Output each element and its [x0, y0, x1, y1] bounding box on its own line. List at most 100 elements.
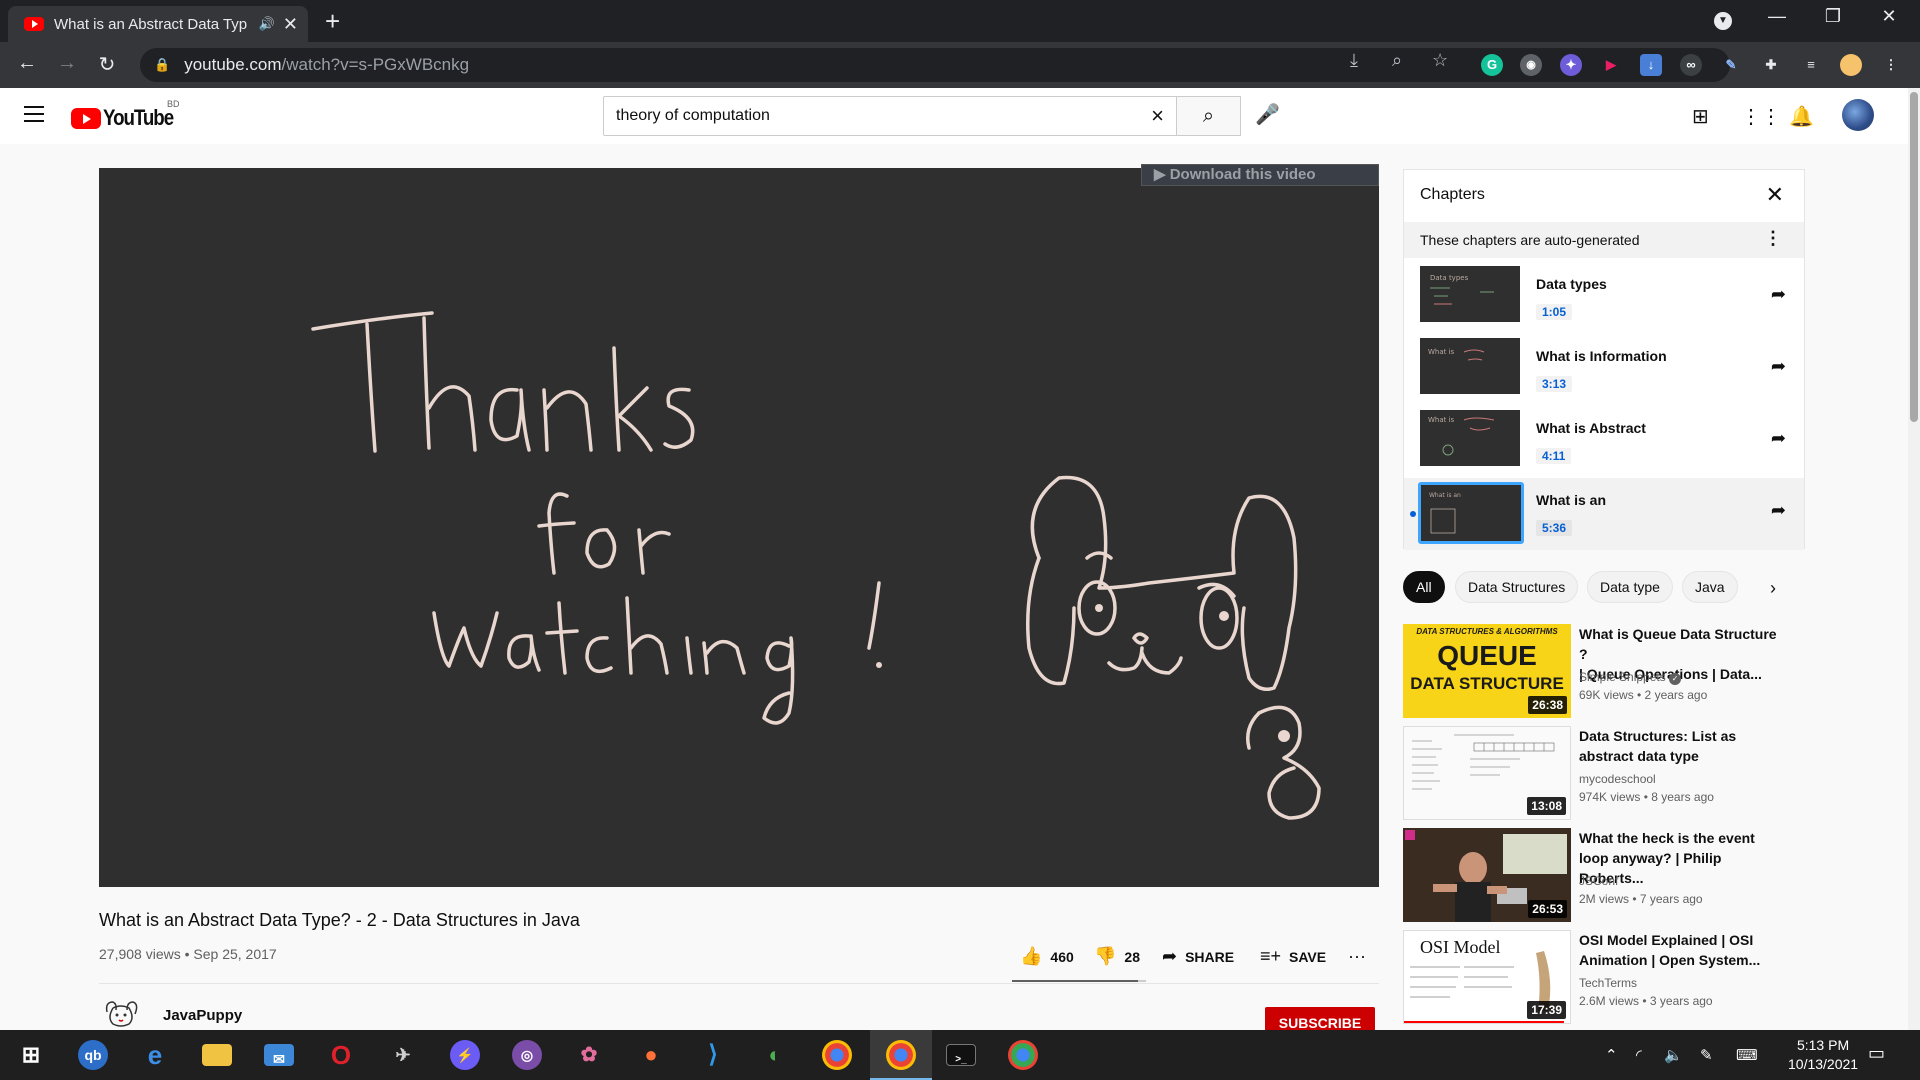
channel-avatar[interactable] [101, 998, 141, 1028]
dislike-button[interactable]: 👎 28 [1094, 946, 1140, 967]
windows-start-icon[interactable]: ⊞ [16, 1040, 46, 1070]
back-arrow-icon[interactable]: ← [12, 52, 42, 75]
satellite-app-icon[interactable]: ✈ [388, 1040, 418, 1070]
volume-icon[interactable]: 🔈 [1664, 1046, 1683, 1064]
pen-workspace-icon[interactable]: ✎ [1700, 1046, 1713, 1064]
reload-icon[interactable]: ↻ [92, 52, 122, 77]
chapter-item[interactable]: What is What is Abstract 4:11 ➦ [1404, 406, 1804, 478]
chapter-timestamp[interactable]: 4:11 [1536, 448, 1572, 464]
reading-list-icon[interactable]: ≡ [1800, 54, 1822, 76]
download-extension-icon[interactable]: ↓ [1640, 54, 1662, 76]
extensions-puzzle-icon[interactable]: ✚ [1760, 54, 1782, 76]
extension-icon[interactable]: ✦ [1560, 54, 1582, 76]
firefox-icon[interactable]: ● [636, 1040, 666, 1070]
video-channel: Simple Snippets ✓ [1579, 670, 1682, 685]
chrome-icon[interactable] [822, 1040, 852, 1070]
download-video-banner[interactable]: ▶ Download this video [1141, 164, 1379, 186]
pen-extension-icon[interactable]: ✎ [1720, 54, 1742, 76]
chips-next-arrow-icon[interactable]: › [1770, 578, 1776, 599]
install-app-icon[interactable]: ⤓ [1350, 50, 1358, 71]
browser-tab[interactable]: What is an Abstract Data Typ 🔊 ✕ [8, 6, 308, 42]
chapter-timestamp[interactable]: 3:13 [1536, 376, 1573, 392]
close-chapters-icon[interactable]: ✕ [1766, 182, 1784, 208]
messenger-icon[interactable]: ⚡ [450, 1040, 480, 1070]
chapter-timestamp[interactable]: 1:05 [1536, 304, 1573, 320]
apps-grid-icon[interactable]: ⋮⋮ [1741, 104, 1781, 129]
account-avatar[interactable] [1842, 99, 1874, 131]
edge-browser-icon[interactable]: e [140, 1040, 170, 1070]
mail-icon[interactable]: ✉ [264, 1044, 294, 1067]
chapter-item[interactable]: Data types Data types 1:05 ➦ [1404, 262, 1804, 334]
chapter-timestamp[interactable]: 5:36 [1536, 520, 1573, 536]
chrome-icon-active[interactable] [886, 1040, 916, 1070]
hamburger-menu-icon[interactable] [24, 106, 44, 127]
wifi-icon[interactable]: ◜ [1636, 1046, 1642, 1064]
tab-search-icon[interactable]: ▼ [1700, 10, 1746, 30]
minimize-button[interactable]: — [1754, 6, 1800, 27]
profile-avatar[interactable] [1840, 54, 1862, 76]
search-button[interactable]: ⌕ [1177, 96, 1241, 136]
close-window-button[interactable]: ✕ [1866, 6, 1912, 27]
svg-text:Data types: Data types [1430, 274, 1469, 282]
voice-search-icon[interactable]: 🎤 [1255, 102, 1280, 127]
vscode-icon[interactable]: ⟩ [698, 1040, 728, 1070]
paint-app-icon[interactable]: ✿ [574, 1040, 604, 1070]
show-hidden-icons-chevron-icon[interactable]: ⌃ [1605, 1046, 1618, 1064]
save-button[interactable]: ≡+ SAVE [1260, 946, 1326, 967]
bookmark-star-icon[interactable]: ☆ [1432, 50, 1448, 71]
notifications-bell-icon[interactable]: 🔔 [1789, 104, 1814, 129]
channel-name[interactable]: JavaPuppy [163, 1007, 242, 1024]
zoom-icon[interactable]: ⌕ [1392, 50, 1402, 71]
share-chapter-icon[interactable]: ➦ [1771, 428, 1786, 449]
lock-icon[interactable]: 🔒 [154, 57, 170, 73]
chip-all[interactable]: All [1403, 571, 1445, 603]
subscribe-button[interactable]: SUBSCRIBE [1265, 1007, 1375, 1031]
share-chapter-icon[interactable]: ➦ [1771, 356, 1786, 377]
browser-menu-icon[interactable]: ⋮ [1880, 54, 1902, 76]
restore-button[interactable]: ❐ [1810, 6, 1856, 27]
chapter-item-current[interactable]: What is an What is an 5:36 ➦ [1404, 478, 1804, 550]
link-extension-icon[interactable]: ∞ [1680, 54, 1702, 76]
search-input[interactable]: theory of computation × [603, 96, 1177, 136]
chip-data-structures[interactable]: Data Structures [1455, 571, 1579, 603]
country-code: BD [167, 99, 180, 109]
create-video-icon[interactable]: ⊞ [1692, 104, 1709, 129]
chapters-menu-icon[interactable]: ⋮ [1764, 228, 1782, 249]
touch-keyboard-icon[interactable]: ⌨ [1736, 1046, 1758, 1064]
terminal-icon[interactable]: >_ [946, 1044, 976, 1066]
chapter-thumbnail: What is [1420, 338, 1520, 394]
grammarly-extension-icon[interactable]: G [1481, 54, 1503, 76]
audio-playing-icon[interactable]: 🔊 [259, 16, 275, 32]
file-explorer-icon[interactable] [202, 1044, 232, 1066]
taskbar-clock[interactable]: 5:13 PM 10/13/2021 [1788, 1036, 1858, 1074]
opera-icon[interactable]: O [326, 1040, 356, 1070]
share-button[interactable]: ➦ SHARE [1162, 946, 1234, 967]
video-player[interactable] [99, 168, 1379, 887]
clear-search-icon[interactable]: × [1151, 103, 1164, 129]
related-video[interactable]: OSI Model 17:39 OSI Model Explained | OS… [1403, 930, 1805, 1024]
related-video[interactable]: 13:08 Data Structures: List as abstract d… [1403, 726, 1805, 820]
chip-java[interactable]: Java [1682, 571, 1738, 603]
tab-close-icon[interactable]: ✕ [283, 14, 298, 35]
related-video[interactable]: 26:53 What the heck is the event loop any… [1403, 828, 1805, 922]
new-tab-button[interactable]: + [325, 6, 340, 36]
chrome-profile-icon[interactable] [1008, 1040, 1038, 1070]
video-title: OSI Model Explained | OSI Animation | Ope… [1579, 932, 1761, 968]
forward-arrow-icon[interactable]: → [52, 52, 82, 75]
youtube-logo[interactable]: YouTube BD [71, 99, 185, 131]
share-chapter-icon[interactable]: ➦ [1771, 500, 1786, 521]
like-button[interactable]: 👍 460 [1020, 946, 1074, 967]
qbittorrent-icon[interactable]: qb [78, 1040, 108, 1070]
notification-center-icon[interactable]: ▭ [1868, 1043, 1885, 1064]
more-actions-button[interactable]: ··· [1348, 946, 1374, 967]
chapter-item[interactable]: What is What is Information 3:13 ➦ [1404, 334, 1804, 406]
scrollbar-thumb[interactable] [1910, 92, 1918, 422]
play-extension-icon[interactable]: ▶ [1600, 54, 1622, 76]
screenshot-extension-icon[interactable]: ◉ [1520, 54, 1542, 76]
chip-data-type[interactable]: Data type [1587, 571, 1673, 603]
related-video[interactable]: DATA STRUCTURES & ALGORITHMS QUEUE DATA … [1403, 624, 1805, 718]
github-desktop-icon[interactable]: ◎ [512, 1040, 542, 1070]
map-app-icon[interactable]: ◐ [760, 1040, 790, 1070]
svg-text:What is: What is [1428, 416, 1455, 424]
share-chapter-icon[interactable]: ➦ [1771, 284, 1786, 305]
